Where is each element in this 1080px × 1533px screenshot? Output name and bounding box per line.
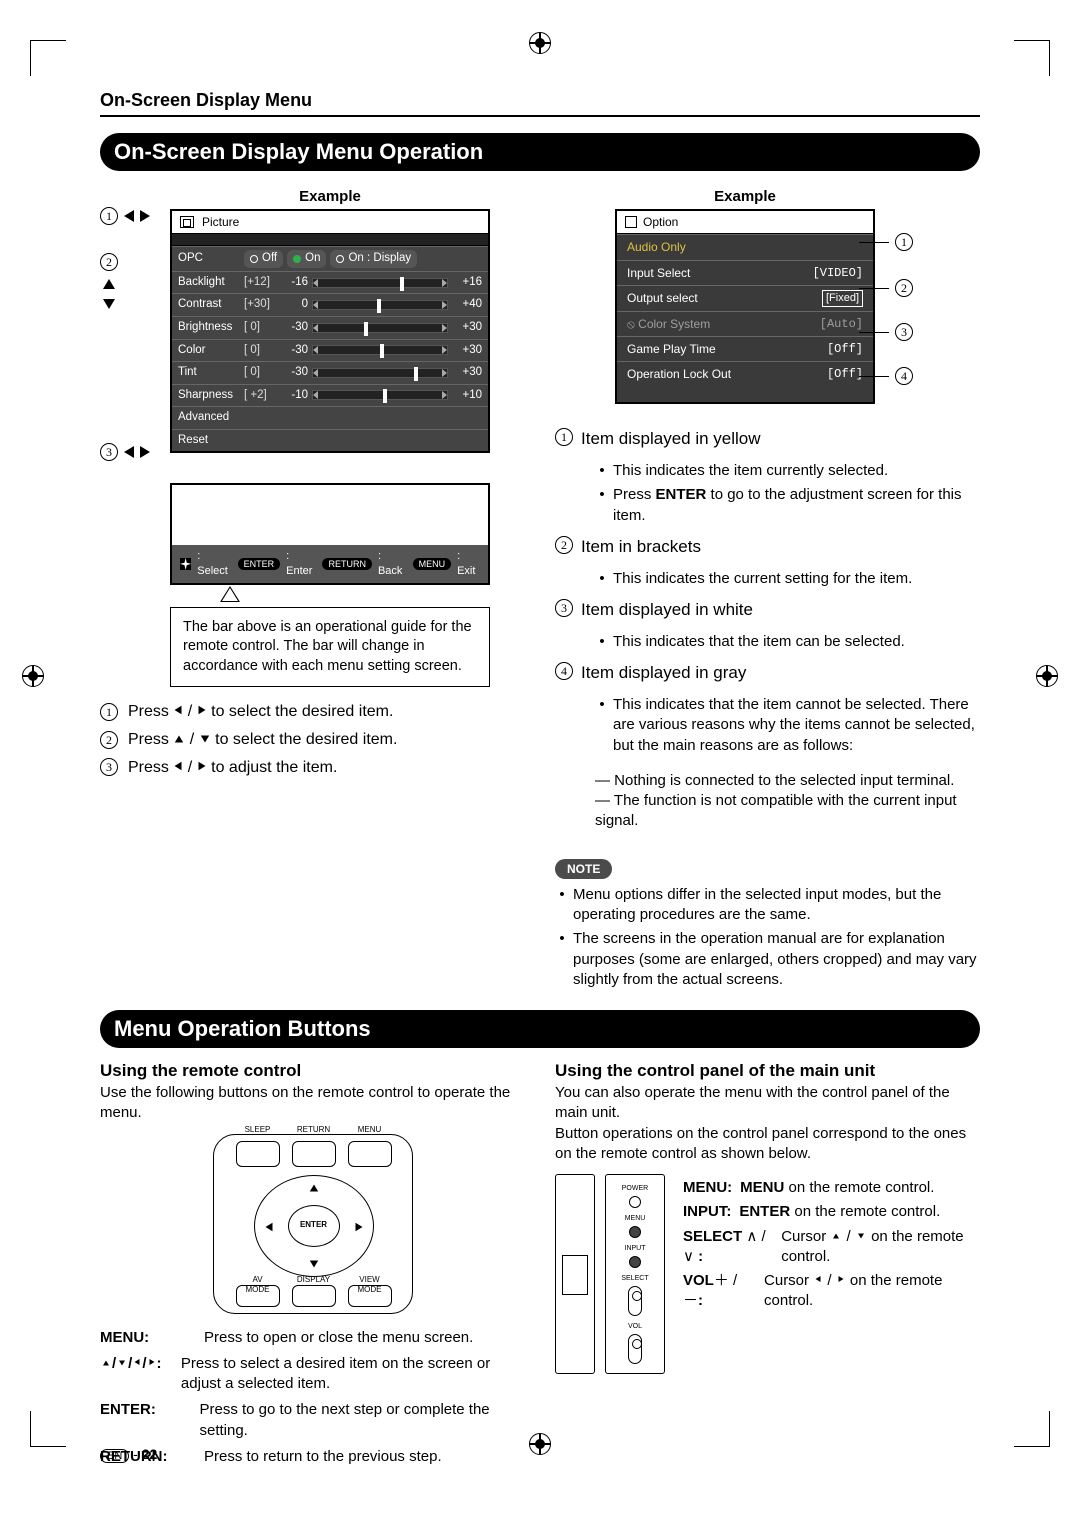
control-panel-column: Using the control panel of the main unit… bbox=[555, 1060, 980, 1473]
running-header: On-Screen Display Menu bbox=[100, 90, 980, 117]
return-button bbox=[292, 1141, 336, 1167]
desc-title-brackets: Item in brackets bbox=[581, 536, 701, 559]
osd-option-title: Option bbox=[617, 211, 873, 234]
example-label-left: Example bbox=[170, 187, 490, 207]
main-unit-diagram: POWER MENU INPUT SELECT VOL bbox=[555, 1174, 665, 1374]
panel-section-title: Using the control panel of the main unit bbox=[555, 1060, 980, 1083]
item-description-list: 1Item displayed in yellow This indicates… bbox=[555, 428, 980, 832]
leader-3-right: 3 bbox=[859, 323, 913, 341]
control-panel-legend: MENU:MENU on the remote control. INPUT:E… bbox=[683, 1174, 980, 1316]
dpad-left-icon bbox=[265, 1222, 272, 1230]
opt-color-system: ⦸ Color System[Auto] bbox=[617, 311, 873, 336]
unit-button-panel: POWER MENU INPUT SELECT VOL bbox=[605, 1174, 665, 1374]
input-button-icon bbox=[629, 1256, 641, 1268]
note-badge: NOTE bbox=[555, 859, 612, 879]
left-column: Example 1 2 3 Picture OPC Off On On : Di… bbox=[100, 183, 525, 994]
enter-pill-icon: ENTER bbox=[238, 558, 281, 570]
menu-pill-icon: MENU bbox=[413, 558, 452, 570]
page-number: 22 bbox=[142, 1446, 158, 1462]
osd-picture-title: Picture bbox=[172, 211, 488, 234]
dpad-icon bbox=[180, 558, 191, 570]
gray-reasons-list: Nothing is connected to the selected inp… bbox=[595, 771, 980, 832]
desc-title-yellow: Item displayed in yellow bbox=[581, 428, 761, 451]
osd-row-advanced: Advanced bbox=[172, 406, 488, 429]
osd-row-reset: Reset bbox=[172, 429, 488, 452]
language-badge: EN bbox=[100, 1449, 129, 1463]
leader-1-right: 1 bbox=[859, 233, 913, 251]
remote-column: Using the remote control Use the followi… bbox=[100, 1060, 525, 1473]
step-2: 2 Press / to select the desired item. bbox=[100, 729, 525, 751]
leader-1-left: 1 bbox=[100, 207, 150, 225]
section-title-menu-buttons: Menu Operation Buttons bbox=[100, 1010, 980, 1048]
callout-tail bbox=[220, 586, 240, 602]
select-rocker-icon bbox=[628, 1286, 642, 1316]
leader-3-left: 3 bbox=[100, 443, 150, 461]
osd-picture-title-text: Picture bbox=[202, 214, 239, 230]
osd-row-opc: OPC Off On On : Display bbox=[172, 246, 488, 271]
option-icon bbox=[625, 216, 637, 228]
leader-4-right: 4 bbox=[859, 367, 913, 385]
desc-title-gray: Item displayed in gray bbox=[581, 662, 746, 685]
step-3: 3 Press / to adjust the item. bbox=[100, 757, 525, 779]
remote-section-intro: Use the following buttons on the remote … bbox=[100, 1083, 525, 1124]
leader-2-left: 2 bbox=[100, 253, 118, 309]
dpad-right-icon bbox=[355, 1222, 362, 1230]
operational-guide-bar: : Select ENTER : Enter RETURN : Back MEN… bbox=[172, 545, 488, 583]
note-list: Menu options differ in the selected inpu… bbox=[555, 885, 980, 990]
arrows-key: ///: bbox=[100, 1354, 167, 1395]
page-footer: EN - 22 bbox=[100, 1446, 157, 1463]
remote-control-diagram: SLEEP RETURN MENU ENTER AV MODE DISPLAY … bbox=[213, 1134, 413, 1314]
opt-audio-only: Audio Only bbox=[617, 234, 873, 259]
osd-option-menu: Option Audio Only Input Select[VIDEO] Ou… bbox=[615, 209, 875, 404]
remote-section-title: Using the remote control bbox=[100, 1060, 525, 1083]
osd-row: Color[ 0]-30+30 bbox=[172, 339, 488, 362]
guide-container: : Select ENTER : Enter RETURN : Back MEN… bbox=[170, 483, 490, 585]
menu-button-icon bbox=[629, 1226, 641, 1238]
leader-2-right: 2 bbox=[859, 279, 913, 297]
remote-button-table: MENU:Press to open or close the menu scr… bbox=[100, 1328, 525, 1468]
display-button bbox=[292, 1285, 336, 1307]
enter-button: ENTER bbox=[288, 1205, 340, 1247]
opt-game-play-time: Game Play Time[Off] bbox=[617, 336, 873, 361]
unit-edge bbox=[555, 1174, 595, 1374]
steps-list: 1 Press / to select the desired item. 2 … bbox=[100, 701, 525, 778]
step-1: 1 Press / to select the desired item. bbox=[100, 701, 525, 723]
osd-row: Tint[ 0]-30+30 bbox=[172, 361, 488, 384]
return-pill-icon: RETURN bbox=[322, 558, 372, 570]
opt-operation-lock: Operation Lock Out[Off] bbox=[617, 361, 873, 386]
osd-row: Contrast[+30]0+40 bbox=[172, 293, 488, 316]
opt-input-select: Input Select[VIDEO] bbox=[617, 260, 873, 285]
desc-title-white: Item displayed in white bbox=[581, 599, 753, 622]
picture-icon bbox=[180, 216, 194, 228]
osd-row: Sharpness[ +2]-10+10 bbox=[172, 384, 488, 407]
vol-rocker-icon bbox=[628, 1334, 642, 1364]
section-title-osd-operation: On-Screen Display Menu Operation bbox=[100, 133, 980, 171]
dpad-down-icon bbox=[309, 1260, 317, 1267]
example-label-right: Example bbox=[615, 187, 875, 207]
opt-output-select: Output select[Fixed] bbox=[617, 285, 873, 311]
callout-guide-explanation: The bar above is an operational guide fo… bbox=[170, 607, 490, 688]
dpad-up-icon bbox=[309, 1184, 317, 1191]
power-button-icon bbox=[629, 1196, 641, 1208]
osd-row: Brightness[ 0]-30+30 bbox=[172, 316, 488, 339]
osd-row: Backlight[+12]-16+16 bbox=[172, 271, 488, 294]
right-column: Example Option Audio Only Input Select[V… bbox=[555, 183, 980, 994]
sleep-button bbox=[236, 1141, 280, 1167]
osd-picture-menu: Picture OPC Off On On : Display Backligh… bbox=[170, 209, 490, 453]
osd-tabbar bbox=[172, 234, 488, 246]
menu-button bbox=[348, 1141, 392, 1167]
